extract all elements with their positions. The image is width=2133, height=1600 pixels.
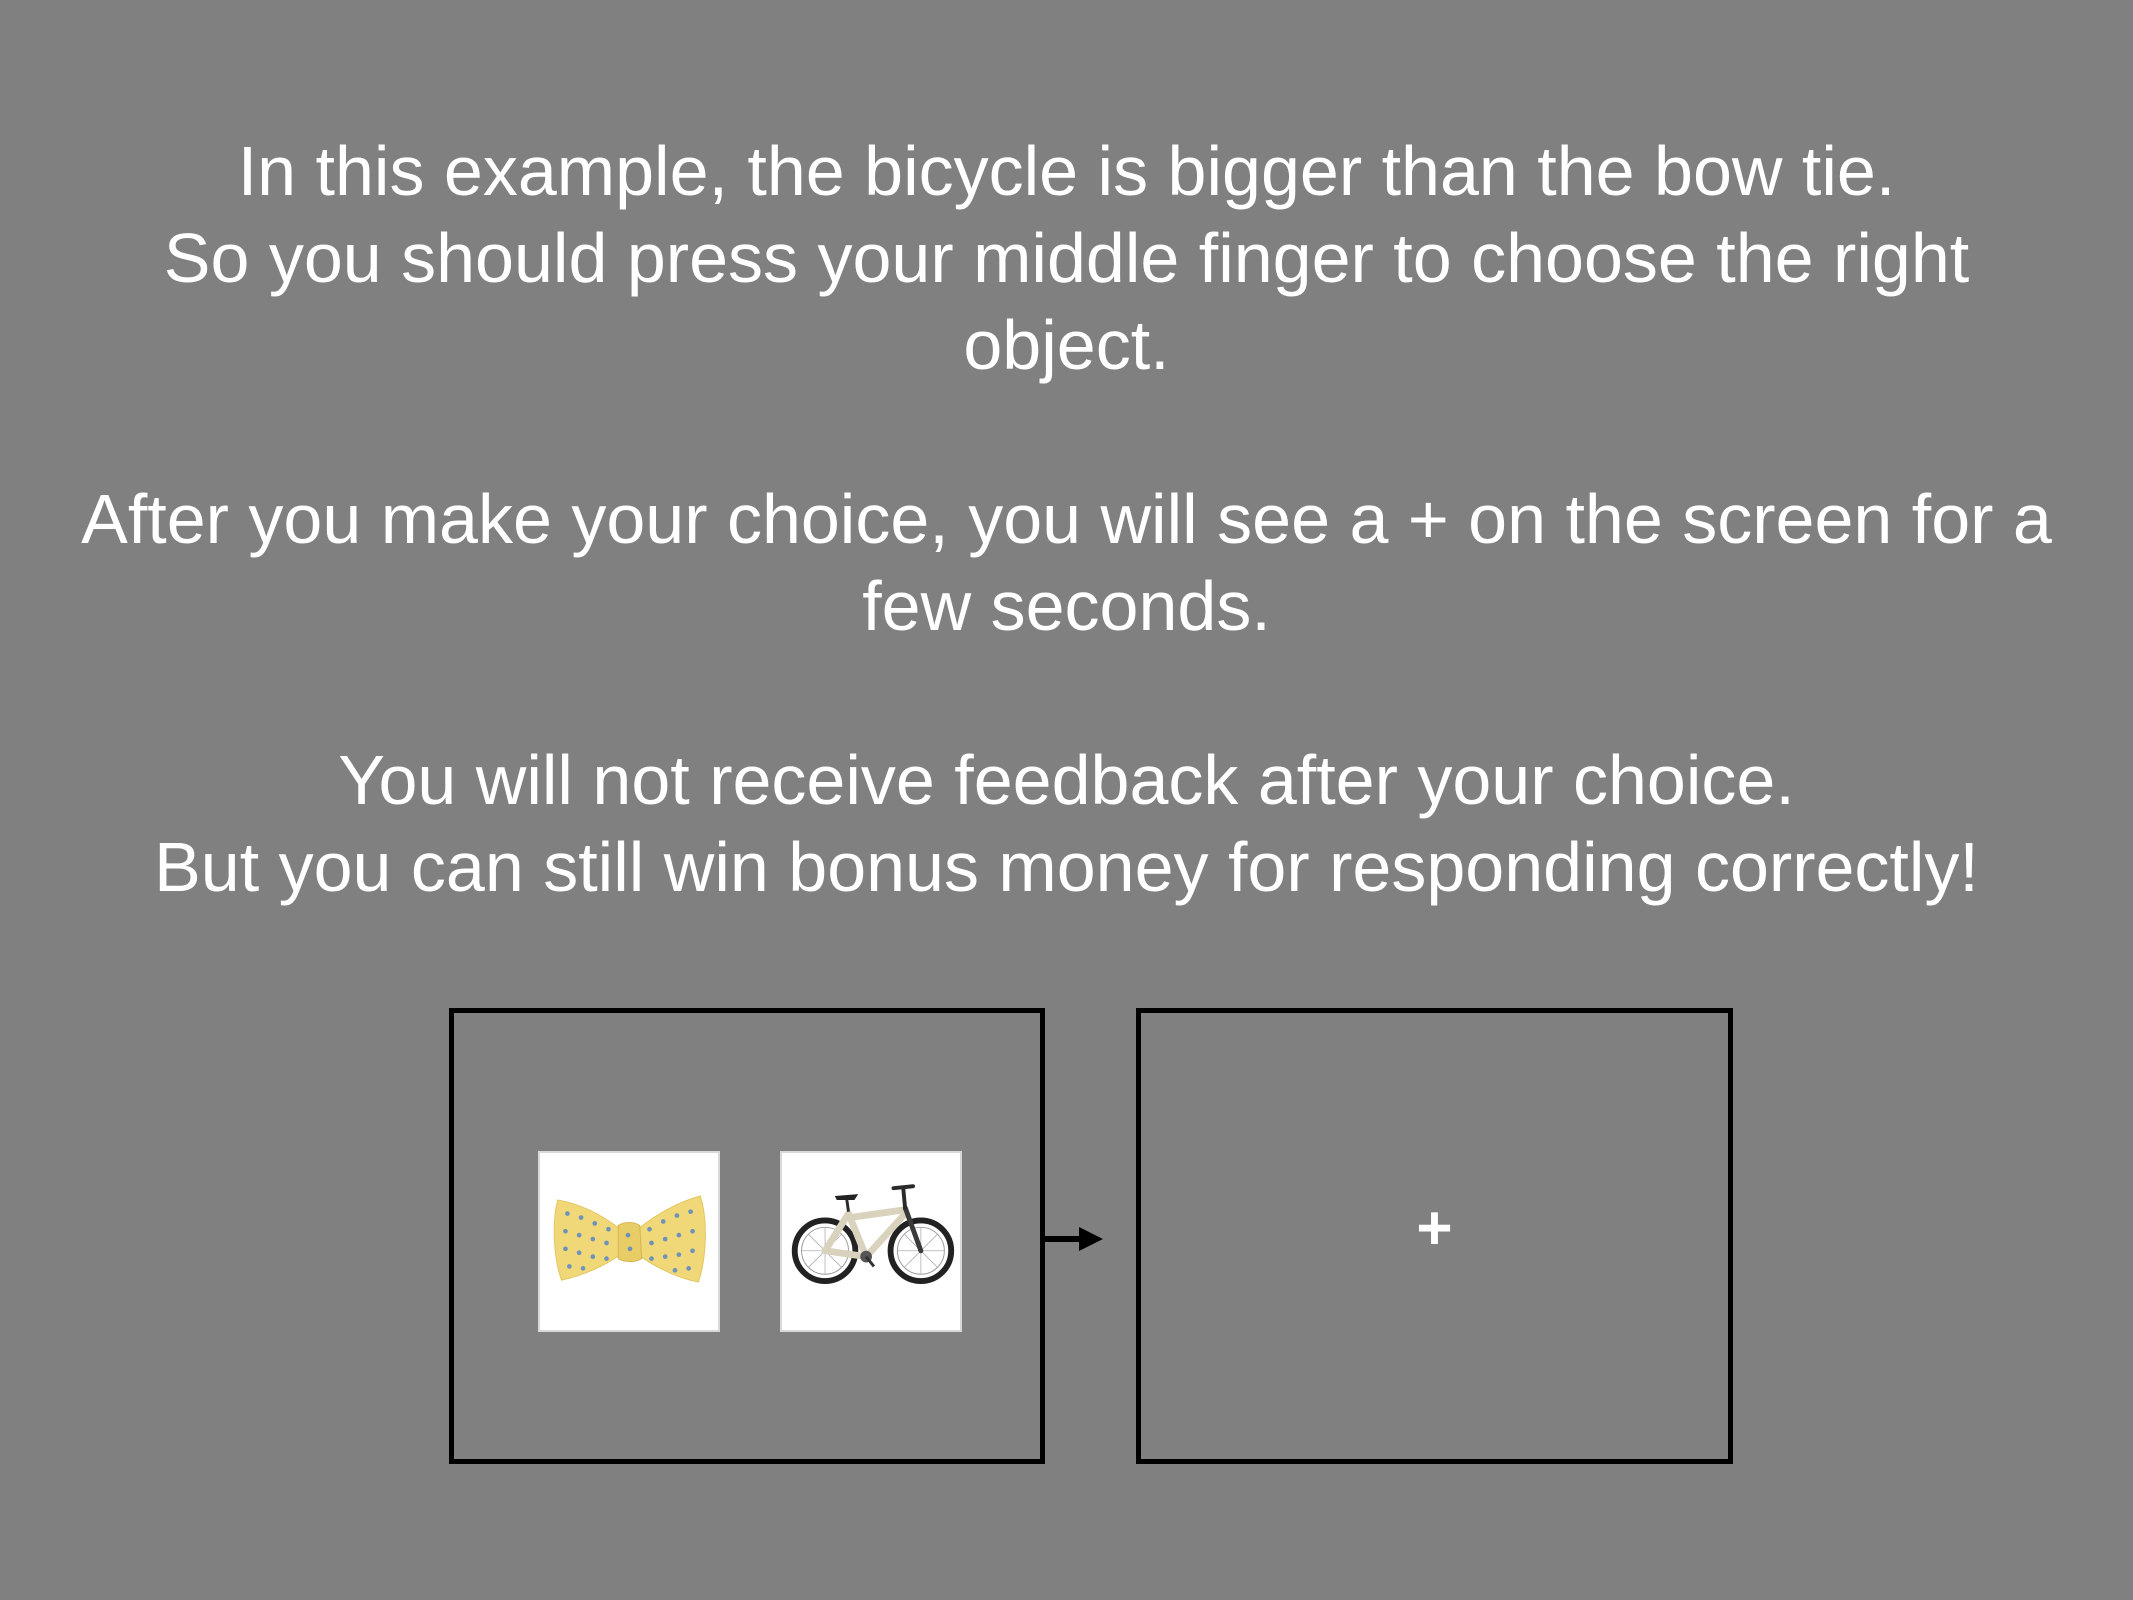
bicycle-image	[780, 1151, 962, 1332]
fixation-screen-frame: +	[1136, 1008, 1733, 1464]
instruction-slide: In this example, the bicycle is bigger t…	[0, 0, 2133, 1600]
right-arrow-icon	[1045, 1227, 1103, 1251]
instruction-line-example: In this example, the bicycle is bigger t…	[237, 132, 1896, 210]
choice-screen-frame	[449, 1008, 1045, 1464]
fixation-cross: +	[1141, 1013, 1728, 1459]
bicycle-icon	[791, 1184, 955, 1285]
fixation-symbol: +	[1416, 1193, 1453, 1263]
instruction-line-response: So you should press your middle finger t…	[163, 219, 1970, 384]
instruction-text: In this example, the bicycle is bigger t…	[80, 128, 2053, 911]
bow-tie-image	[538, 1151, 720, 1332]
instruction-line-bonus: But you can still win bonus money for re…	[154, 828, 1979, 906]
bow-tie-icon	[553, 1195, 706, 1283]
instruction-line-feedback: You will not receive feedback after your…	[338, 741, 1795, 819]
instruction-line-fixation: After you make your choice, you will see…	[81, 480, 2052, 645]
